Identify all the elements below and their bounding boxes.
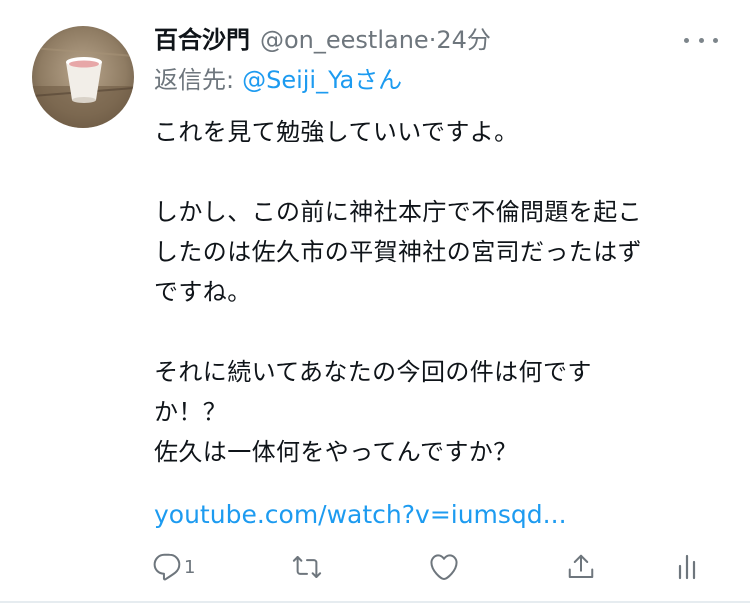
user-handle[interactable]: @on_eestlane bbox=[260, 26, 429, 54]
text-line: か！？ bbox=[154, 398, 228, 426]
retweet-button[interactable] bbox=[291, 545, 323, 589]
reply-mention-link[interactable]: @Seiji_Ya bbox=[242, 66, 354, 94]
more-dot bbox=[713, 37, 718, 43]
like-icon bbox=[428, 552, 460, 582]
reply-to: 返信先: @Seiji_Yaさん bbox=[154, 62, 402, 98]
timestamp[interactable]: 24分 bbox=[436, 26, 491, 54]
more-dot bbox=[684, 37, 689, 43]
reply-icon bbox=[152, 552, 182, 582]
tweet-text: これを見て勉強していいですよ。 しかし、この前に神社本庁で不倫問題を起こ したの… bbox=[154, 112, 734, 472]
text-line: 佐久は一体何をやってんですか？ bbox=[154, 438, 518, 466]
more-options-icon[interactable] bbox=[684, 30, 718, 50]
like-button[interactable] bbox=[428, 545, 460, 589]
text-line: したのは佐久市の平賀神社の宮司だったはず bbox=[154, 238, 642, 266]
display-name[interactable]: 百合沙門 bbox=[154, 26, 250, 54]
analytics-button[interactable] bbox=[675, 545, 699, 589]
action-bar: 1 bbox=[0, 545, 750, 589]
text-line: これを見て勉強していいですよ。 bbox=[154, 118, 519, 146]
share-button[interactable] bbox=[566, 545, 596, 589]
more-dot bbox=[698, 37, 704, 43]
tweet-header: 百合沙門 @on_eestlane·24分 bbox=[154, 22, 491, 58]
reply-count: 1 bbox=[184, 556, 196, 578]
text-line: それに続いてあなたの今回の件は何です bbox=[154, 358, 592, 386]
tweet[interactable]: 百合沙門 @on_eestlane·24分 返信先: @Seiji_Yaさん これを… bbox=[0, 0, 750, 608]
text-line: しかし、この前に神社本庁で不倫問題を起こ bbox=[154, 198, 642, 226]
divider bbox=[0, 601, 750, 603]
retweet-icon bbox=[291, 552, 323, 582]
share-icon bbox=[566, 552, 596, 582]
reply-button[interactable]: 1 bbox=[152, 545, 195, 589]
reply-prefix: 返信先: bbox=[154, 66, 235, 94]
youtube-link[interactable]: youtube.com/watch?v=iumsqd... bbox=[154, 497, 567, 533]
text-line: ですね。 bbox=[154, 278, 252, 306]
avatar[interactable] bbox=[32, 26, 134, 128]
reply-suffix: さん bbox=[354, 66, 403, 94]
analytics-icon bbox=[675, 552, 699, 582]
